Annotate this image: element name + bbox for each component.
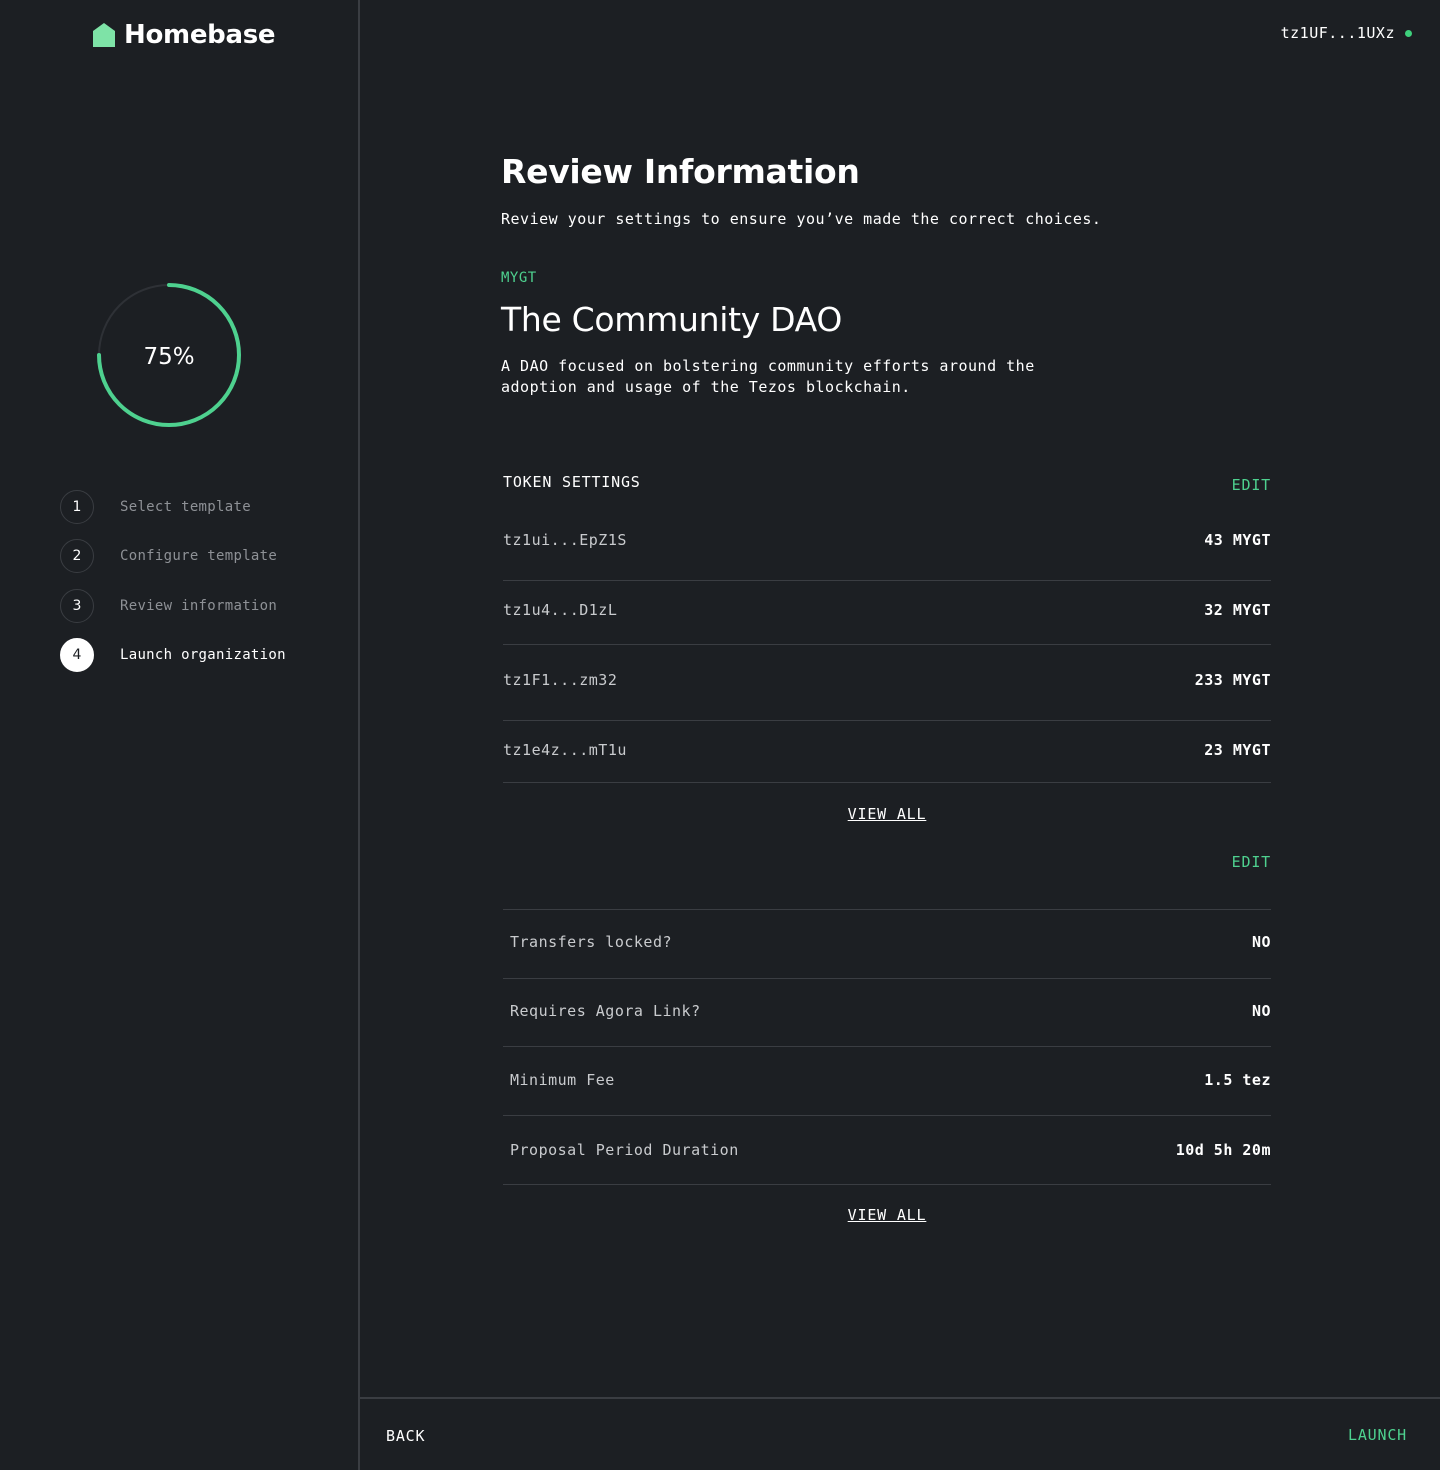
step-number: 4: [60, 638, 94, 673]
row-divider: [503, 909, 1271, 910]
holder-amount: 23 MYGT: [1204, 741, 1271, 759]
token-holder-row: tz1e4z...mT1u 23 MYGT: [503, 741, 1271, 759]
step-number: 2: [60, 539, 94, 574]
footer-bar: BACK LAUNCH: [360, 1397, 1440, 1470]
sidebar: Homebase 75% 1 Select template 2 Configu…: [0, 0, 360, 1470]
step-select-template[interactable]: 1 Select template: [60, 482, 286, 532]
dao-symbol: MYGT: [501, 270, 537, 286]
step-review-information[interactable]: 3 Review information: [60, 581, 286, 631]
holder-address: tz1u4...D1zL: [503, 601, 618, 619]
row-divider: [503, 720, 1271, 721]
wallet-indicator[interactable]: tz1UF...1UXz: [1281, 24, 1412, 42]
step-number: 1: [60, 489, 94, 524]
brand-name: Homebase: [124, 20, 276, 50]
governance-view-all: VIEW ALL: [503, 1206, 1271, 1224]
page-title: Review Information: [501, 152, 860, 191]
back-button[interactable]: BACK: [386, 1427, 425, 1445]
holder-amount: 43 MYGT: [1204, 531, 1271, 549]
holder-amount: 233 MYGT: [1194, 671, 1271, 689]
setting-label: Requires Agora Link?: [510, 1002, 701, 1020]
setting-row-transfers-locked: Transfers locked? NO: [503, 933, 1271, 951]
connection-status-dot: [1405, 29, 1412, 37]
dao-description: A DAO focused on bolstering community ef…: [501, 357, 1035, 396]
setting-row-agora-link: Requires Agora Link? NO: [503, 1002, 1271, 1020]
holder-address: tz1F1...zm32: [503, 671, 618, 689]
step-list: 1 Select template 2 Configure template 3…: [60, 482, 286, 680]
token-view-all: VIEW ALL: [503, 805, 1271, 823]
setting-value: 10d 5h 20m: [1175, 1141, 1271, 1159]
holder-address: tz1ui...EpZ1S: [503, 531, 627, 549]
row-divider: [503, 978, 1271, 979]
governance-settings-header: EDIT: [503, 853, 1271, 871]
token-view-all-link[interactable]: VIEW ALL: [848, 805, 927, 823]
dao-name: The Community DAO: [501, 300, 843, 339]
step-label: Review information: [120, 597, 278, 614]
setting-value: NO: [1251, 1002, 1271, 1020]
step-configure-template[interactable]: 2 Configure template: [60, 532, 286, 582]
setting-value: NO: [1251, 933, 1271, 951]
setting-value: 1.5 tez: [1204, 1071, 1271, 1089]
token-settings-edit-button[interactable]: EDIT: [1232, 476, 1271, 494]
progress-percent: 75%: [143, 344, 195, 370]
token-settings-title: TOKEN SETTINGS: [503, 473, 641, 491]
step-number: 3: [60, 588, 94, 623]
governance-settings-edit-button[interactable]: EDIT: [1232, 853, 1271, 871]
step-label: Launch organization: [120, 647, 286, 664]
wallet-address: tz1UF...1UXz: [1280, 24, 1395, 42]
token-holder-row: tz1ui...EpZ1S 43 MYGT: [503, 531, 1271, 549]
row-divider: [503, 644, 1271, 645]
step-label: Select template: [120, 498, 251, 515]
brand-logo[interactable]: Homebase: [92, 20, 276, 50]
setting-label: Transfers locked?: [510, 933, 673, 951]
row-divider: [503, 580, 1271, 581]
setting-row-proposal-period: Proposal Period Duration 10d 5h 20m: [503, 1141, 1271, 1159]
token-holder-row: tz1u4...D1zL 32 MYGT: [503, 601, 1271, 619]
row-divider: [503, 1046, 1271, 1047]
row-divider: [503, 1115, 1271, 1116]
home-icon: [93, 23, 115, 47]
page-subtitle: Review your settings to ensure you’ve ma…: [501, 210, 1102, 228]
setting-label: Proposal Period Duration: [510, 1141, 739, 1159]
setting-row-minimum-fee: Minimum Fee 1.5 tez: [503, 1071, 1271, 1089]
token-settings-header: TOKEN SETTINGS EDIT: [503, 470, 1271, 494]
token-holder-row: tz1F1...zm32 233 MYGT: [503, 671, 1271, 689]
row-divider: [503, 1184, 1271, 1185]
review-content: Review Information Review your settings …: [501, 150, 1271, 398]
launch-button[interactable]: LAUNCH: [1348, 1426, 1407, 1444]
row-divider: [503, 782, 1271, 783]
step-label: Configure template: [120, 548, 278, 565]
governance-view-all-link[interactable]: VIEW ALL: [848, 1206, 927, 1224]
step-launch-organization[interactable]: 4 Launch organization: [60, 631, 286, 681]
holder-amount: 32 MYGT: [1204, 601, 1271, 619]
setting-label: Minimum Fee: [510, 1071, 615, 1089]
holder-address: tz1e4z...mT1u: [503, 741, 627, 759]
progress-ring: 75%: [92, 280, 246, 434]
